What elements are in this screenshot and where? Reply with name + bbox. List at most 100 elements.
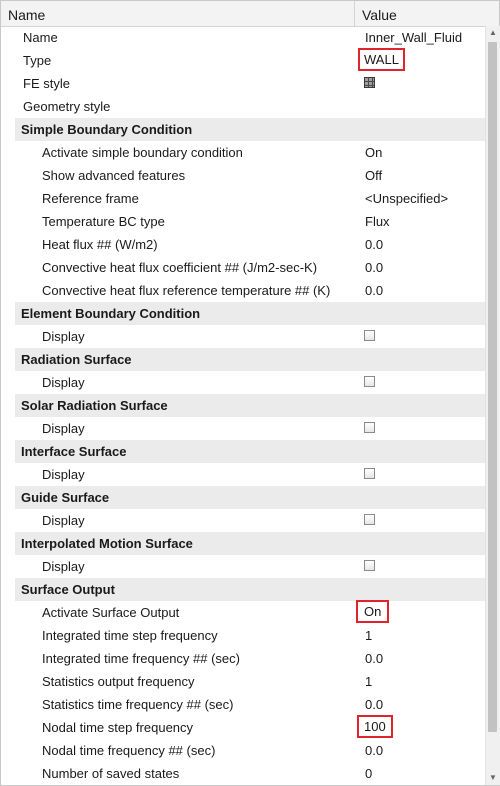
display-checkbox[interactable] (364, 376, 375, 387)
property-row[interactable]: Activate Surface Output On (1, 600, 485, 624)
property-label: Display (42, 375, 85, 390)
section-title: Solar Radiation Surface (21, 398, 168, 413)
property-value[interactable]: Off (365, 168, 382, 183)
property-label: Statistics time frequency ## (sec) (42, 697, 234, 712)
property-label: Display (42, 421, 85, 436)
property-row[interactable]: Heat flux ## (W/m2) 0.0 (1, 233, 485, 256)
section-title: Radiation Surface (21, 352, 132, 367)
property-row[interactable]: Activate simple boundary condition On (1, 141, 485, 164)
property-label: Integrated time step frequency (42, 628, 218, 643)
property-row-display[interactable]: Display (1, 555, 485, 578)
property-row[interactable]: Reference frame <Unspecified> (1, 187, 485, 210)
section-header-simple-bc[interactable]: Simple Boundary Condition (1, 118, 485, 141)
display-checkbox[interactable] (364, 422, 375, 433)
property-rows: Name Inner_Wall_Fluid Type WALL FE style… (1, 26, 485, 785)
property-row[interactable]: Number of saved states 0 (1, 762, 485, 785)
property-label: Temperature BC type (42, 214, 165, 229)
section-header-interface-surface[interactable]: Interface Surface (1, 440, 485, 463)
display-checkbox[interactable] (364, 560, 375, 571)
property-label: Activate Surface Output (42, 605, 180, 620)
property-row[interactable]: Integrated time frequency ## (sec) 0.0 (1, 647, 485, 670)
section-header-element-bc[interactable]: Element Boundary Condition (1, 302, 485, 325)
property-label: Statistics output frequency (42, 674, 195, 689)
display-checkbox[interactable] (364, 330, 375, 341)
property-row-display[interactable]: Display (1, 463, 485, 486)
vertical-scrollbar[interactable]: ▲ ▼ (485, 26, 500, 785)
display-checkbox[interactable] (364, 514, 375, 525)
property-row-display[interactable]: Display (1, 325, 485, 348)
section-header-radiation-surface[interactable]: Radiation Surface (1, 348, 485, 371)
property-grid: Name Value Name Inner_Wall_Fluid Type WA… (0, 0, 500, 786)
section-title: Surface Output (21, 582, 115, 597)
property-label: Activate simple boundary condition (42, 145, 243, 160)
property-row[interactable]: Statistics output frequency 1 (1, 670, 485, 693)
scroll-up-arrow-icon[interactable]: ▲ (486, 26, 500, 40)
section-header-solar-radiation-surface[interactable]: Solar Radiation Surface (1, 394, 485, 417)
property-row-fe-style[interactable]: FE style (1, 72, 485, 95)
nodal-time-step-frequency-value[interactable]: 100 (357, 715, 393, 738)
property-row-geometry-style[interactable]: Geometry style (1, 95, 485, 118)
property-value[interactable]: 0.0 (365, 260, 383, 275)
property-value[interactable]: 0 (365, 766, 372, 781)
property-label: Nodal time step frequency (42, 720, 194, 735)
property-value[interactable]: 0.0 (365, 237, 383, 252)
property-value[interactable]: 0.0 (365, 743, 383, 758)
property-label: Reference frame (42, 191, 139, 206)
grid-header: Name Value (1, 1, 499, 27)
property-row-display[interactable]: Display (1, 371, 485, 394)
property-label: Display (42, 513, 85, 528)
property-label: Geometry style (23, 99, 111, 114)
name-value[interactable]: Inner_Wall_Fluid (365, 30, 462, 45)
type-value[interactable]: WALL (358, 48, 405, 71)
property-label: Number of saved states (42, 766, 180, 781)
property-value[interactable]: 1 (365, 628, 372, 643)
property-row[interactable]: Temperature BC type Flux (1, 210, 485, 233)
property-label: Show advanced features (42, 168, 186, 183)
section-title: Interface Surface (21, 444, 127, 459)
section-header-guide-surface[interactable]: Guide Surface (1, 486, 485, 509)
section-header-surface-output[interactable]: Surface Output (1, 578, 485, 601)
property-value[interactable]: On (365, 145, 382, 160)
property-row[interactable]: Convective heat flux reference temperatu… (1, 279, 485, 302)
property-label: Nodal time frequency ## (sec) (42, 743, 216, 758)
section-title: Interpolated Motion Surface (21, 536, 193, 551)
mesh-cube-icon[interactable] (364, 77, 375, 88)
property-value[interactable]: 0.0 (365, 697, 383, 712)
property-row[interactable]: Nodal time frequency ## (sec) 0.0 (1, 739, 485, 762)
section-title: Guide Surface (21, 490, 110, 505)
column-divider[interactable] (354, 1, 355, 26)
property-label: Integrated time frequency ## (sec) (42, 651, 240, 666)
property-row-display[interactable]: Display (1, 509, 485, 532)
property-row-name[interactable]: Name Inner_Wall_Fluid (1, 26, 485, 49)
value-column-header[interactable]: Value (362, 7, 397, 23)
property-value[interactable]: 0.0 (365, 283, 383, 298)
property-label: Heat flux ## (W/m2) (42, 237, 158, 252)
property-value[interactable]: 1 (365, 674, 372, 689)
property-row[interactable]: Convective heat flux coefficient ## (J/m… (1, 256, 485, 279)
section-title: Simple Boundary Condition (21, 122, 193, 137)
display-checkbox[interactable] (364, 468, 375, 479)
property-label: Convective heat flux reference temperatu… (42, 283, 331, 298)
property-row-type[interactable]: Type WALL (1, 48, 485, 72)
name-column-header[interactable]: Name (8, 7, 45, 23)
property-row[interactable]: Nodal time step frequency 100 (1, 715, 485, 739)
scroll-down-arrow-icon[interactable]: ▼ (486, 771, 500, 785)
property-label: Display (42, 329, 85, 344)
property-value[interactable]: Flux (365, 214, 390, 229)
property-row[interactable]: Integrated time step frequency 1 (1, 624, 485, 647)
section-title: Element Boundary Condition (21, 306, 201, 321)
property-value[interactable]: <Unspecified> (365, 191, 448, 206)
property-label: Convective heat flux coefficient ## (J/m… (42, 260, 318, 275)
property-row[interactable]: Show advanced features Off (1, 164, 485, 187)
section-header-interpolated-motion-surface[interactable]: Interpolated Motion Surface (1, 532, 485, 555)
property-value[interactable]: 0.0 (365, 651, 383, 666)
property-label: Type (23, 53, 52, 68)
property-row[interactable]: Statistics time frequency ## (sec) 0.0 (1, 693, 485, 716)
scrollbar-thumb[interactable] (488, 42, 497, 732)
property-label: Display (42, 559, 85, 574)
activate-surface-output-value[interactable]: On (355, 600, 390, 623)
property-label: Name (23, 30, 58, 45)
property-label: FE style (23, 76, 70, 91)
property-row-display[interactable]: Display (1, 417, 485, 440)
property-label: Display (42, 467, 85, 482)
